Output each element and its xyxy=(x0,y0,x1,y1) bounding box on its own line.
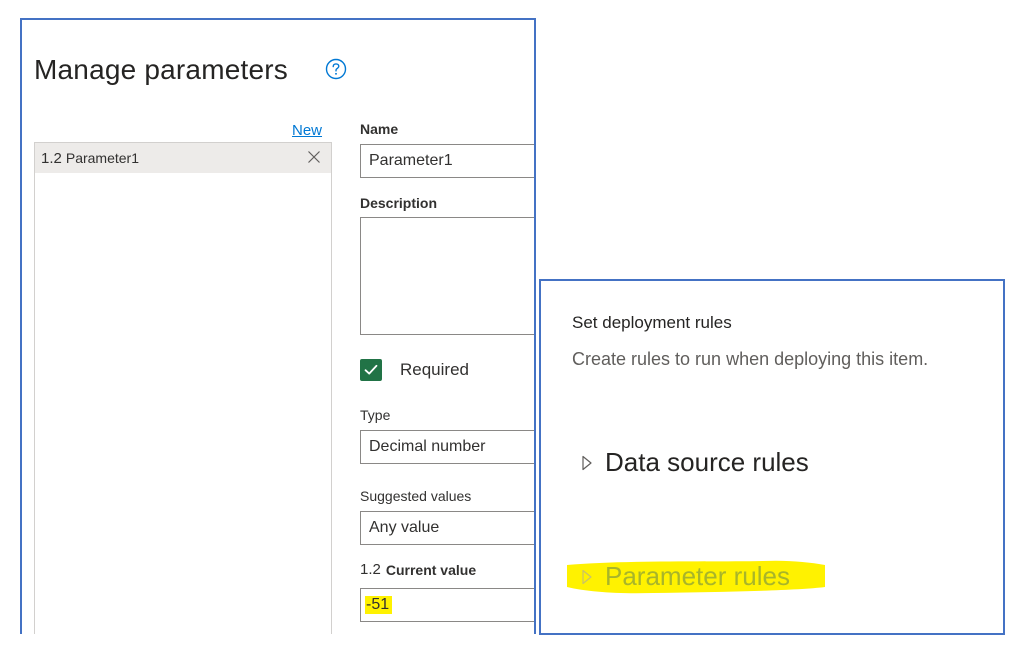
parameter-list: 1.2 Parameter1 xyxy=(34,142,332,634)
current-value-label-row: 1.2 Current value xyxy=(360,561,476,578)
name-label: Name xyxy=(360,121,399,137)
data-source-rules-section[interactable]: Data source rules xyxy=(581,447,809,478)
parameter-rules-section[interactable]: Parameter rules xyxy=(581,561,790,592)
type-dropdown[interactable]: Decimal number xyxy=(360,430,534,464)
deployment-rules-panel: Set deployment rules Create rules to run… xyxy=(539,279,1005,635)
help-circle-icon[interactable] xyxy=(325,58,347,80)
current-value-label: Current value xyxy=(385,561,477,578)
decimal-type-badge: 1.2 xyxy=(41,149,62,167)
data-source-rules-label: Data source rules xyxy=(605,447,809,477)
required-checkbox[interactable] xyxy=(360,359,382,381)
page-title: Manage parameters xyxy=(34,54,288,85)
current-value-input[interactable]: -51 xyxy=(360,588,534,622)
chevron-right-icon xyxy=(582,455,592,470)
deployment-rules-title: Set deployment rules xyxy=(572,313,732,332)
description-textarea[interactable] xyxy=(360,217,534,335)
name-input[interactable]: Parameter1 xyxy=(360,144,534,178)
new-parameter-link[interactable]: New xyxy=(292,122,322,139)
parameter-list-item-name: Parameter1 xyxy=(65,150,140,166)
decimal-type-badge: 1.2 xyxy=(360,561,381,578)
description-label: Description xyxy=(360,195,438,211)
manage-parameters-panel: Manage parameters New 1.2 Parameter1 Nam… xyxy=(20,18,536,634)
screenshot-canvas: Manage parameters New 1.2 Parameter1 Nam… xyxy=(0,0,1018,646)
parameter-list-item[interactable]: 1.2 Parameter1 xyxy=(35,143,331,173)
checkmark-icon xyxy=(364,364,378,375)
suggested-values-dropdown[interactable]: Any value xyxy=(360,511,534,545)
current-value-text: -51 xyxy=(365,596,393,614)
type-label: Type xyxy=(360,407,391,423)
required-checkbox-row[interactable]: Required xyxy=(360,359,469,381)
close-icon[interactable] xyxy=(307,150,321,164)
suggested-values-label: Suggested values xyxy=(360,488,472,504)
deployment-rules-subtitle: Create rules to run when deploying this … xyxy=(572,349,929,369)
parameter-rules-label: Parameter rules xyxy=(605,561,790,591)
chevron-right-icon xyxy=(582,569,592,584)
required-label: Required xyxy=(400,360,469,379)
